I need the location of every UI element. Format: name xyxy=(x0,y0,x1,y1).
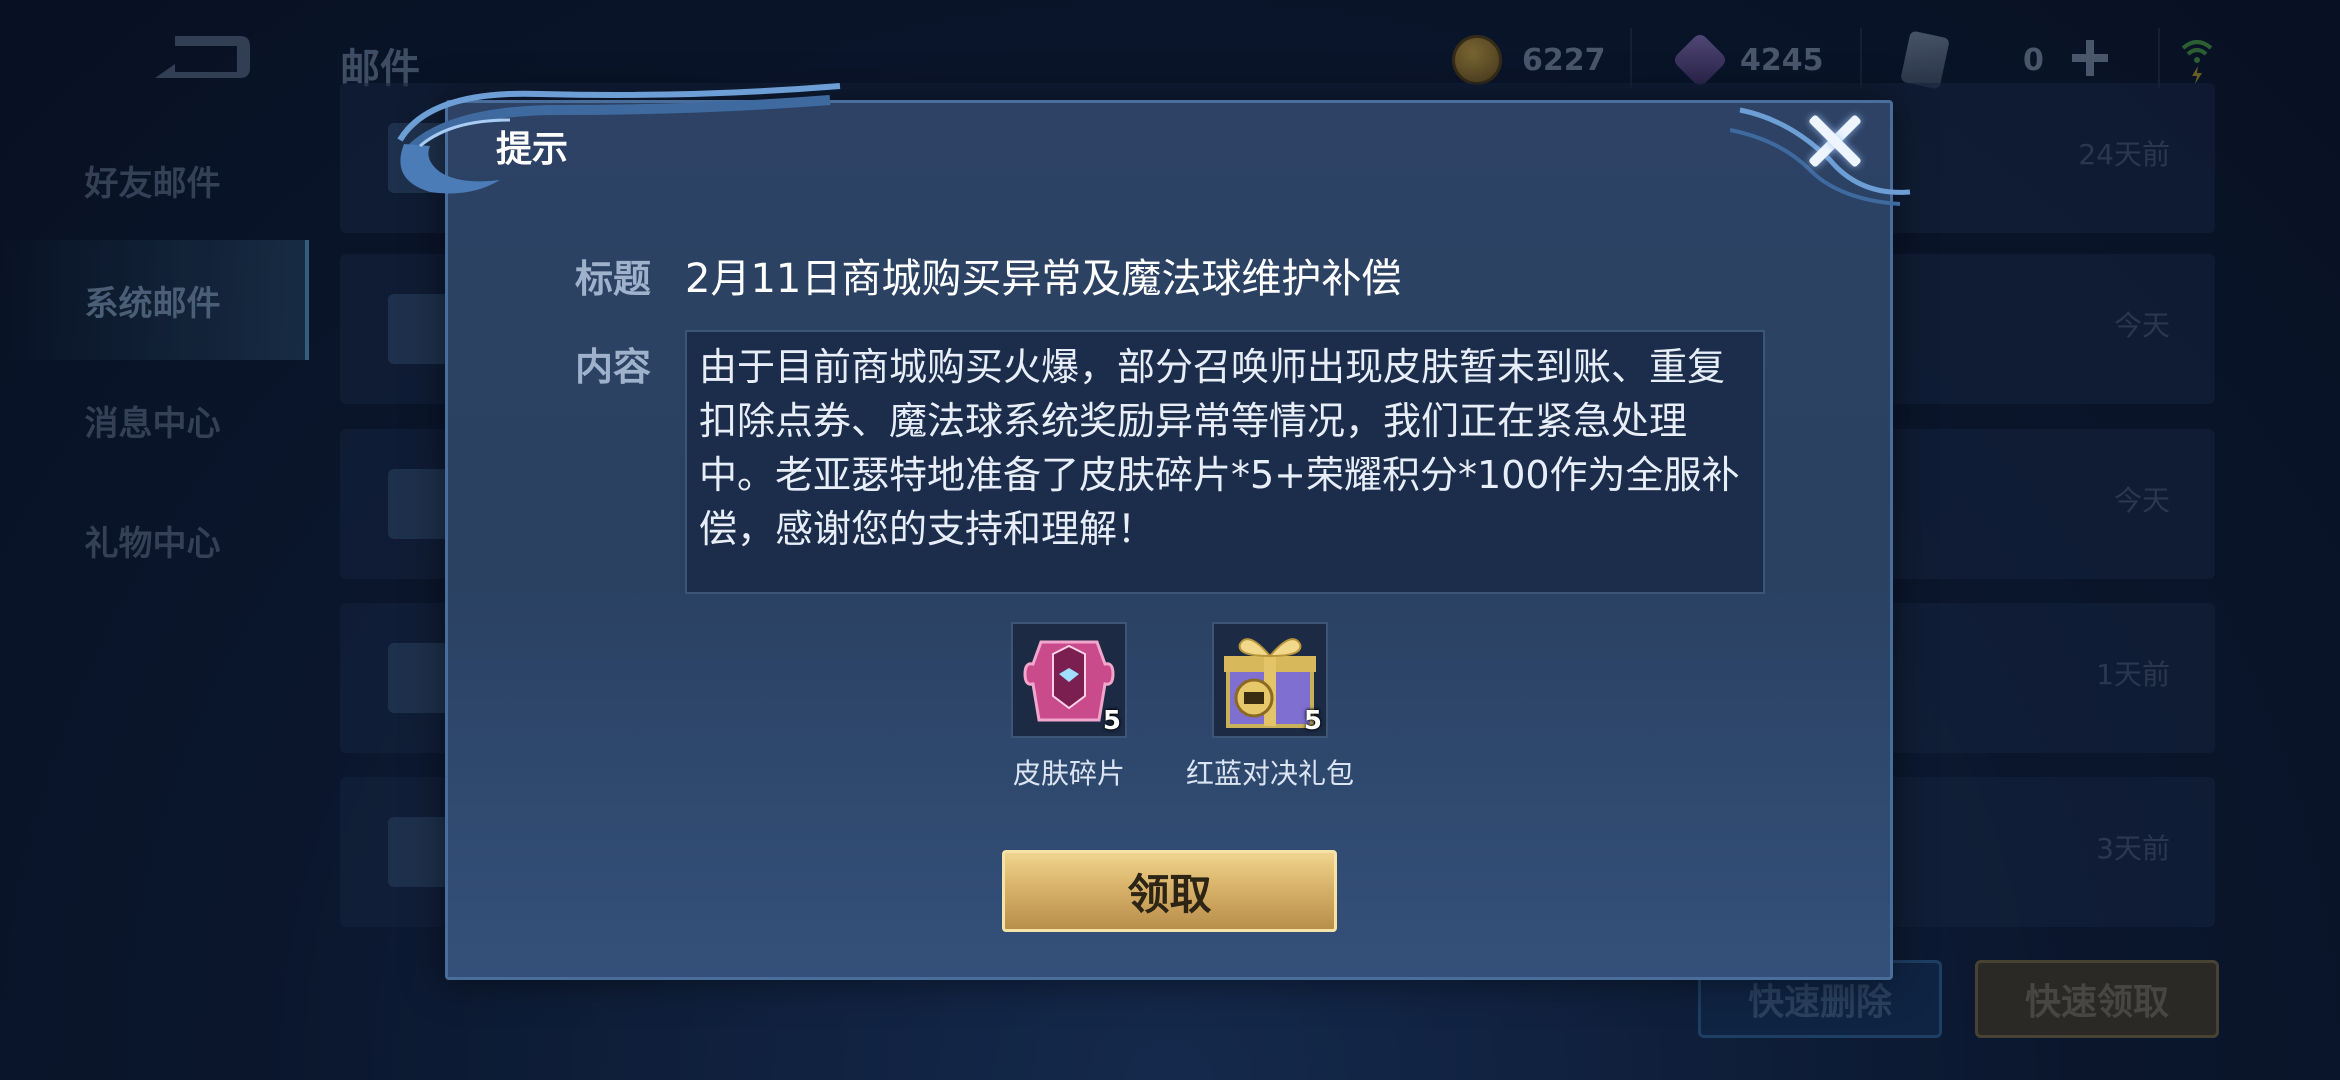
reward-name: 红蓝对决礼包 xyxy=(1185,757,1354,790)
claim-button[interactable]: 领取 xyxy=(1002,850,1337,932)
reward-thumb: 5 xyxy=(1011,622,1127,738)
reward-item[interactable]: 5 皮肤碎片 xyxy=(969,622,1169,792)
mail-content: 由于目前商城购买火爆，部分召唤师出现皮肤暂未到账、重复扣除点券、魔法球系统奖励异… xyxy=(685,330,1765,594)
content-label: 内容 xyxy=(575,345,652,389)
close-icon[interactable] xyxy=(1808,114,1862,168)
mail-subject: 2月11日商城购买异常及魔法球维护补偿 xyxy=(685,256,1402,302)
reward-count: 5 xyxy=(1102,706,1121,736)
ornament-swirl-icon xyxy=(397,83,841,194)
reward-thumb: 5 xyxy=(1212,622,1328,738)
dialog-title: 提示 xyxy=(496,129,569,170)
subject-label: 标题 xyxy=(575,257,652,301)
reward-name: 皮肤碎片 xyxy=(1012,757,1125,790)
reward-count: 5 xyxy=(1303,706,1322,736)
reward-item[interactable]: 5 红蓝对决礼包 xyxy=(1170,622,1370,792)
